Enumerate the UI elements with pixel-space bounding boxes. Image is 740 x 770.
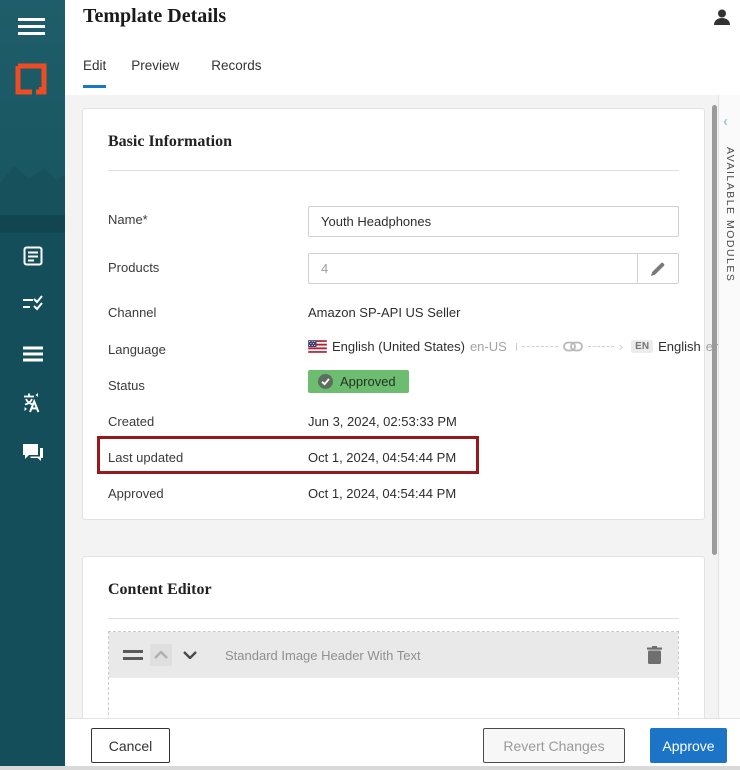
translate-icon[interactable] [22, 392, 44, 414]
name-input[interactable] [308, 206, 679, 237]
app-window: Template Details Edit Preview Records ‹ … [0, 0, 740, 770]
mapping-arrow-icon: › [619, 339, 623, 354]
cancel-button[interactable]: Cancel [91, 728, 170, 763]
created-value: Jun 3, 2024, 02:53:33 PM [308, 414, 457, 429]
content-module-header: Standard Image Header With Text [109, 632, 678, 678]
basic-information-card: Basic Information Name* Products Channel… [82, 108, 705, 520]
move-down-button[interactable] [179, 644, 201, 666]
language-source-name: English (United States) [332, 339, 465, 354]
approved-label: Approved [108, 486, 164, 501]
page-header: Template Details Edit Preview Records [65, 0, 740, 95]
products-input[interactable] [309, 254, 637, 283]
name-label: Name* [108, 212, 148, 227]
section-divider [108, 170, 679, 171]
user-profile-icon[interactable] [712, 8, 732, 28]
expand-panel-chevron-icon[interactable]: ‹ [723, 113, 728, 130]
approved-value: Oct 1, 2024, 04:54:44 PM [308, 486, 456, 501]
action-bar: Cancel Revert Changes Approve [65, 718, 740, 766]
basic-information-title: Basic Information [108, 133, 232, 151]
revert-changes-button[interactable]: Revert Changes [483, 728, 625, 763]
vertical-scrollbar[interactable] [712, 105, 717, 555]
brand-logo-icon[interactable] [14, 62, 48, 96]
us-flag-icon [308, 340, 327, 353]
check-circle-icon [318, 374, 333, 389]
language-target-badge: EN [631, 340, 653, 353]
list-icon[interactable] [22, 343, 44, 365]
last-updated-label: Last updated [108, 450, 183, 465]
content-editor-title: Content Editor [108, 581, 212, 599]
water-silhouette [0, 215, 65, 233]
drag-handle-icon[interactable] [123, 650, 143, 660]
channel-value: Amazon SP-API US Seller [308, 305, 460, 320]
language-target-name: English [658, 339, 701, 354]
checklist-icon[interactable] [22, 294, 44, 316]
language-label: Language [108, 342, 166, 357]
tab-bar: Edit Preview Records [83, 58, 262, 88]
language-mapping-row: English (United States) en-US › EN Engli… [308, 339, 720, 354]
form-template-icon[interactable] [22, 245, 44, 267]
link-icon [563, 341, 583, 352]
delete-module-button[interactable] [644, 645, 664, 665]
mountain-silhouette [0, 145, 65, 215]
chevron-down-icon [183, 651, 197, 659]
sidebar-icon-list [0, 245, 65, 463]
chevron-up-icon [154, 651, 168, 659]
tab-preview[interactable]: Preview [131, 58, 179, 88]
language-source-code: en-US [470, 339, 507, 354]
approve-button[interactable]: Approve [650, 728, 727, 763]
menu-hamburger-icon[interactable] [18, 18, 45, 35]
status-value: Approved [340, 374, 396, 389]
module-title: Standard Image Header With Text [225, 648, 644, 663]
created-label: Created [108, 414, 154, 429]
content-editor-card: Content Editor Standard Image Header Wit… [82, 556, 705, 721]
status-label: Status [108, 378, 145, 393]
section-divider [108, 618, 679, 619]
pencil-icon [651, 262, 665, 276]
available-modules-label: AVAILABLE MODULES [724, 147, 736, 282]
channel-label: Channel [108, 305, 156, 320]
page-title: Template Details [83, 5, 226, 28]
sidebar [0, 0, 65, 766]
status-badge: Approved [308, 370, 409, 393]
available-modules-rail[interactable]: ‹ AVAILABLE MODULES [718, 95, 740, 718]
products-field [308, 253, 679, 284]
tab-records[interactable]: Records [211, 58, 261, 88]
edit-products-button[interactable] [637, 254, 678, 283]
tab-edit[interactable]: Edit [83, 58, 106, 88]
window-bottom-edge [0, 766, 740, 770]
mapping-tick [516, 343, 517, 351]
mapping-dash-line [588, 346, 614, 347]
last-updated-value: Oct 1, 2024, 04:54:44 PM [308, 450, 456, 465]
mapping-dash-line [522, 346, 558, 347]
products-label: Products [108, 260, 159, 275]
trash-icon [647, 646, 662, 664]
move-up-button[interactable] [150, 644, 172, 666]
chat-icon[interactable] [22, 441, 44, 463]
